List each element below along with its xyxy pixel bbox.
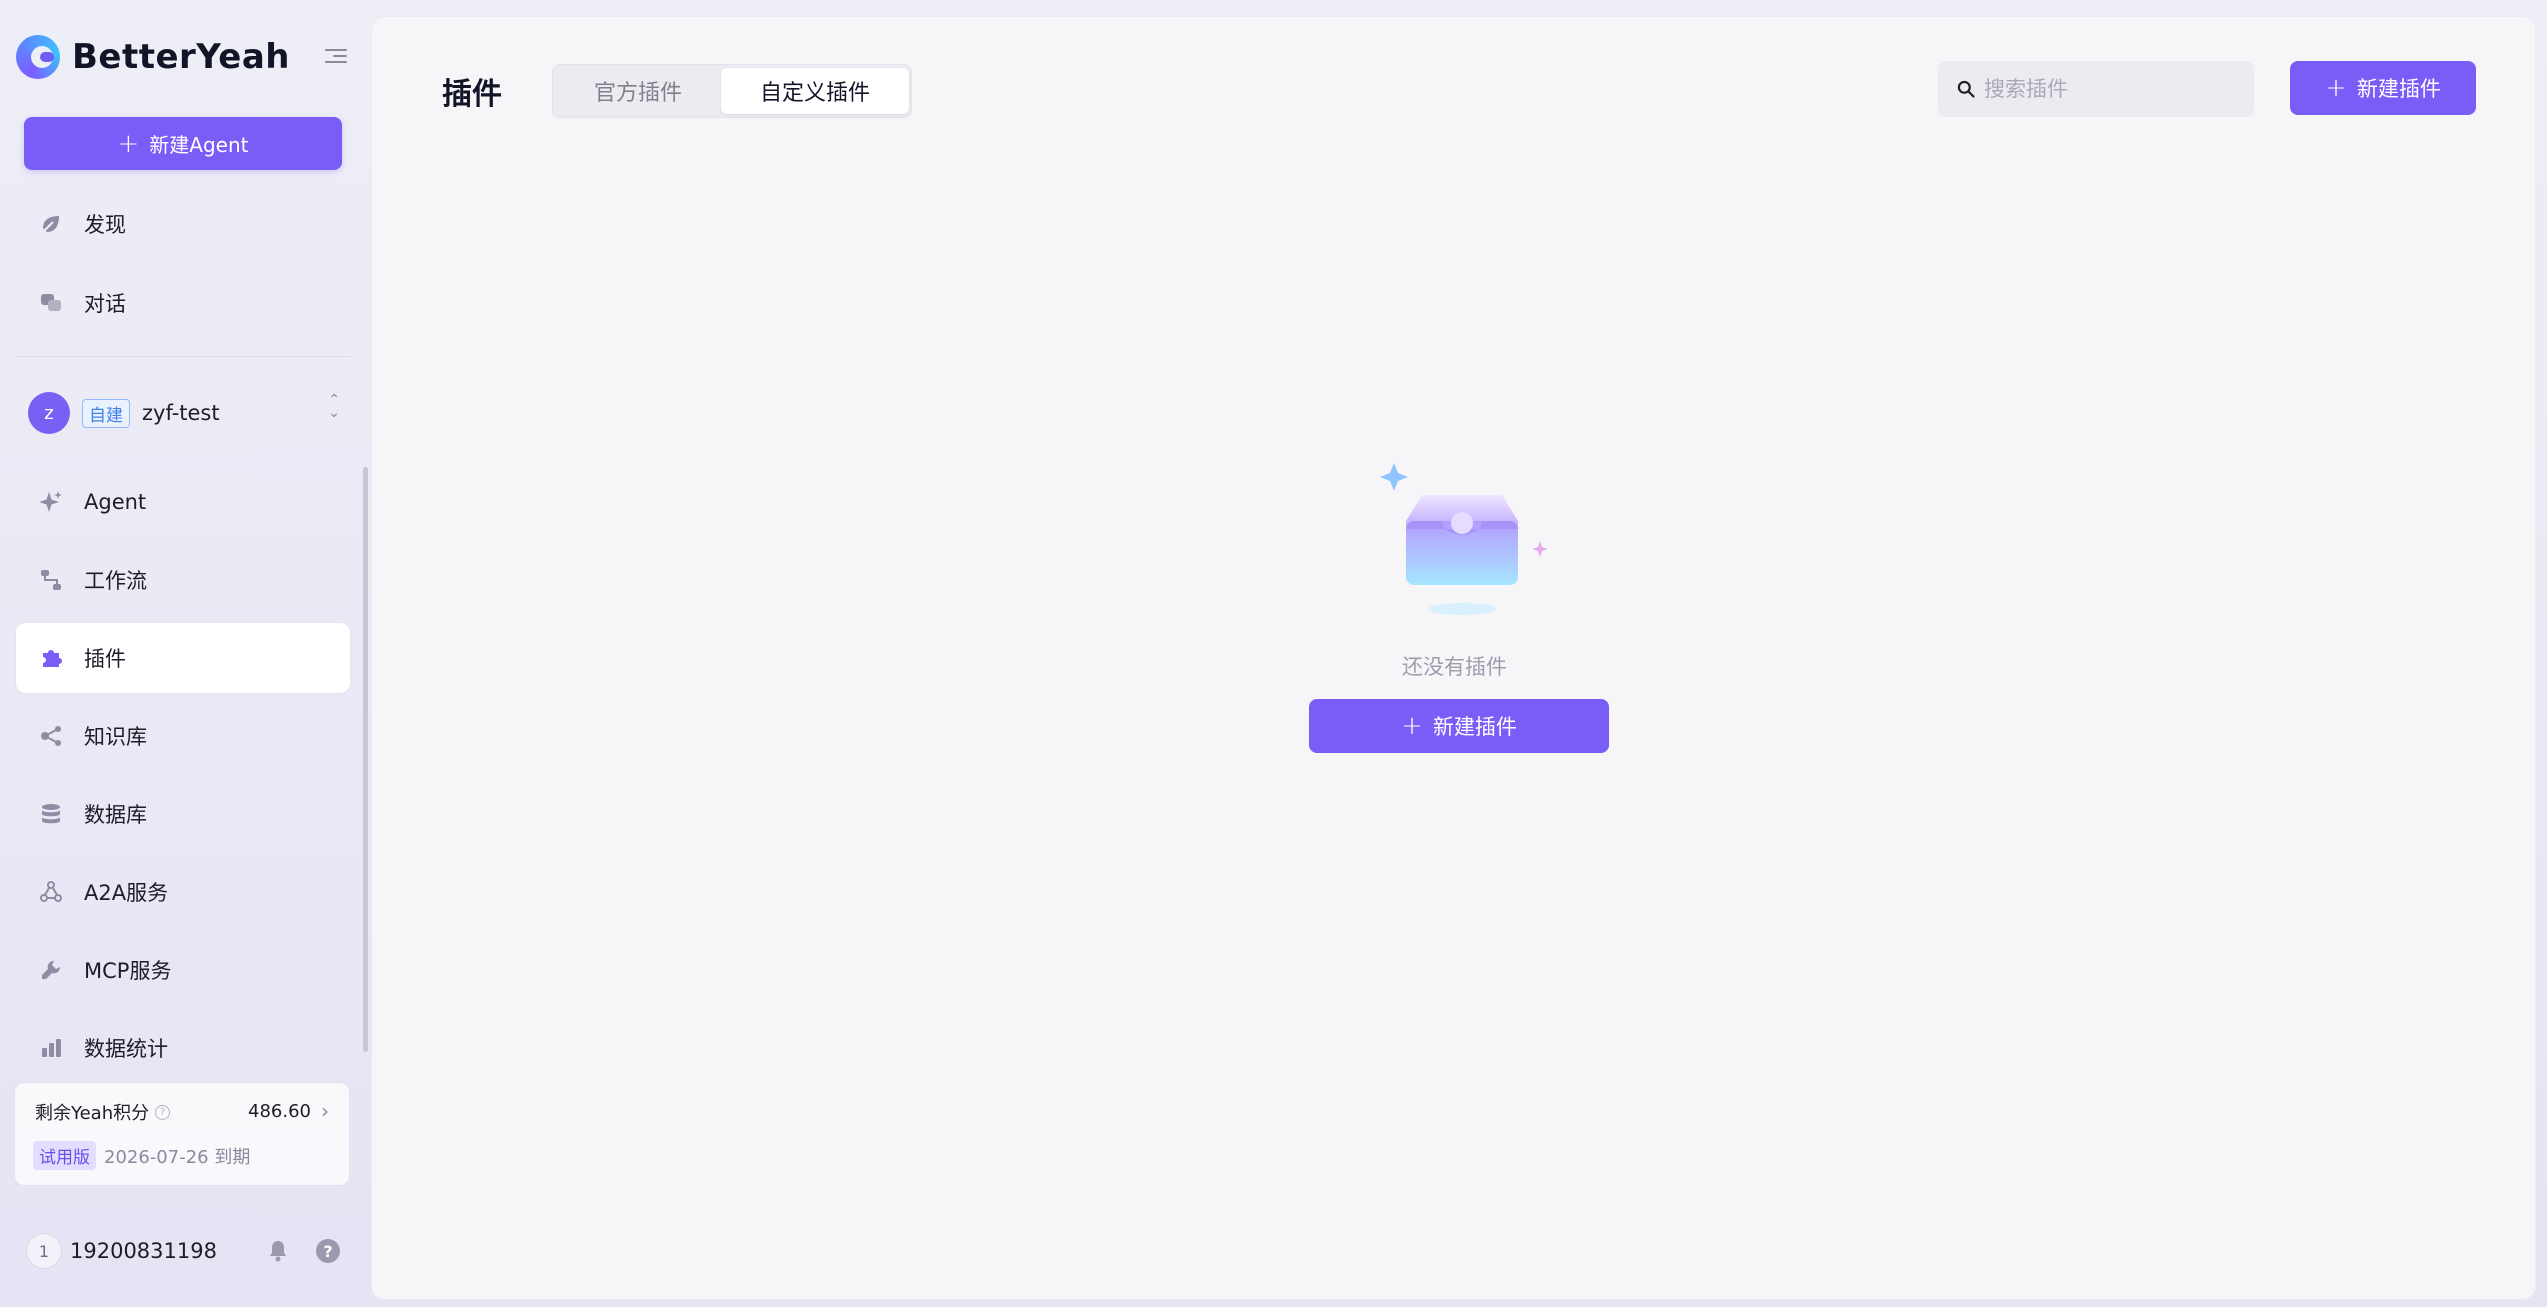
workspace-name: zyf-test <box>142 401 220 425</box>
plan-badge: 试用版 <box>33 1141 96 1170</box>
sidebar-item-label: 数据统计 <box>84 1037 168 1061</box>
sidebar-item-label: 插件 <box>84 647 126 671</box>
sidebar-item-label: Agent <box>84 490 147 514</box>
workspace-switcher[interactable]: z 自建 zyf-test ⌃ ⌄ <box>28 390 340 436</box>
a2a-icon <box>38 879 64 905</box>
sidebar-item-workflow[interactable]: 工作流 <box>16 545 350 615</box>
sidebar-item-label: 发现 <box>84 213 126 237</box>
new-agent-label: 新建Agent <box>149 133 249 157</box>
workspace-type-badge: 自建 <box>82 398 130 428</box>
new-plugin-label: 新建插件 <box>2356 77 2441 101</box>
empty-new-plugin-label: 新建插件 <box>1432 715 1517 739</box>
sidebar-item-label: 知识库 <box>84 725 147 749</box>
compass-icon <box>38 211 64 237</box>
credits-card[interactable]: 剩余Yeah积分 ? 486.60 › 试用版 2026-07-26 到期 <box>14 1082 350 1186</box>
plan-row: 试用版 2026-07-26 到期 <box>33 1141 250 1170</box>
brand-logo[interactable]: BetterYeah <box>16 34 290 80</box>
knowledge-icon <box>38 723 64 749</box>
tab-custom-plugins[interactable]: 自定义插件 <box>721 68 909 114</box>
plan-expire-date: 2026-07-26 到期 <box>104 1146 251 1168</box>
puzzle-icon <box>38 645 64 671</box>
bell-icon[interactable] <box>266 1239 290 1263</box>
sidebar-item-stats[interactable]: 数据统计 <box>16 1013 350 1083</box>
plus-icon: + <box>2325 73 2347 103</box>
logo-icon <box>16 35 60 79</box>
sidebar-item-database[interactable]: 数据库 <box>16 779 350 849</box>
sidebar-item-agent[interactable]: Agent <box>16 467 350 537</box>
sidebar-item-label: 对话 <box>84 292 126 316</box>
sidebar-item-label: A2A服务 <box>84 881 169 905</box>
empty-new-plugin-button[interactable]: + 新建插件 <box>1309 699 1609 753</box>
workspace-avatar: z <box>28 392 70 434</box>
user-phone: 19200831198 <box>70 1239 217 1263</box>
chat-icon <box>38 290 64 316</box>
page-title: 插件 <box>442 77 502 112</box>
sidebar: BetterYeah + 新建Agent 发现 对话 z 自建 zyf-test… <box>0 0 368 1307</box>
new-agent-button[interactable]: + 新建Agent <box>24 117 342 170</box>
chevron-right-icon: › <box>321 1099 329 1123</box>
sidebar-item-label: MCP服务 <box>84 959 172 983</box>
credits-amount: 486.60 <box>248 1100 311 1122</box>
wrench-icon <box>38 957 64 983</box>
credits-title: 剩余Yeah积分 ? <box>35 1099 171 1125</box>
sidebar-item-knowledge[interactable]: 知识库 <box>16 701 350 771</box>
credits-value: 486.60 › <box>248 1099 329 1123</box>
new-plugin-button[interactable]: + 新建插件 <box>2290 61 2476 115</box>
chevron-up-down-icon: ⌃ ⌄ <box>328 392 340 421</box>
avatar: 1 <box>26 1233 62 1269</box>
sidebar-item-chat[interactable]: 对话 <box>16 268 350 338</box>
sparkle-icon <box>38 489 64 515</box>
empty-state-text: 还没有插件 <box>1402 655 1507 679</box>
sidebar-item-mcp[interactable]: MCP服务 <box>16 935 350 1005</box>
user-profile[interactable]: 1 19200831198 ? <box>26 1231 342 1271</box>
workflow-icon <box>38 567 64 593</box>
divider <box>14 356 350 357</box>
search-box[interactable] <box>1938 61 2254 117</box>
brand-name: BetterYeah <box>72 37 291 77</box>
sidebar-item-a2a[interactable]: A2A服务 <box>16 857 350 927</box>
search-icon <box>1957 80 1975 98</box>
sidebar-item-label: 数据库 <box>84 803 147 827</box>
plus-icon: + <box>1401 711 1423 741</box>
sidebar-item-discover[interactable]: 发现 <box>16 189 350 259</box>
empty-box-icon <box>1380 463 1548 615</box>
plus-icon: + <box>117 128 140 159</box>
question-icon[interactable]: ? <box>155 1104 171 1120</box>
bar-chart-icon <box>38 1035 64 1061</box>
sidebar-item-plugins[interactable]: 插件 <box>16 623 350 693</box>
collapse-sidebar-icon[interactable] <box>325 45 347 67</box>
sidebar-item-label: 工作流 <box>84 569 147 593</box>
search-input[interactable] <box>1984 77 2244 101</box>
sidebar-scrollbar[interactable] <box>363 467 368 1052</box>
help-icon[interactable]: ? <box>316 1239 340 1263</box>
tab-official-plugins[interactable]: 官方插件 <box>557 68 719 114</box>
plugin-tabs: 官方插件 自定义插件 <box>552 64 912 118</box>
database-icon <box>38 801 64 827</box>
main-panel: 插件 官方插件 自定义插件 + 新建插件 还没有插件 <box>371 16 2536 1300</box>
credits-title-text: 剩余Yeah积分 <box>35 1103 150 1124</box>
